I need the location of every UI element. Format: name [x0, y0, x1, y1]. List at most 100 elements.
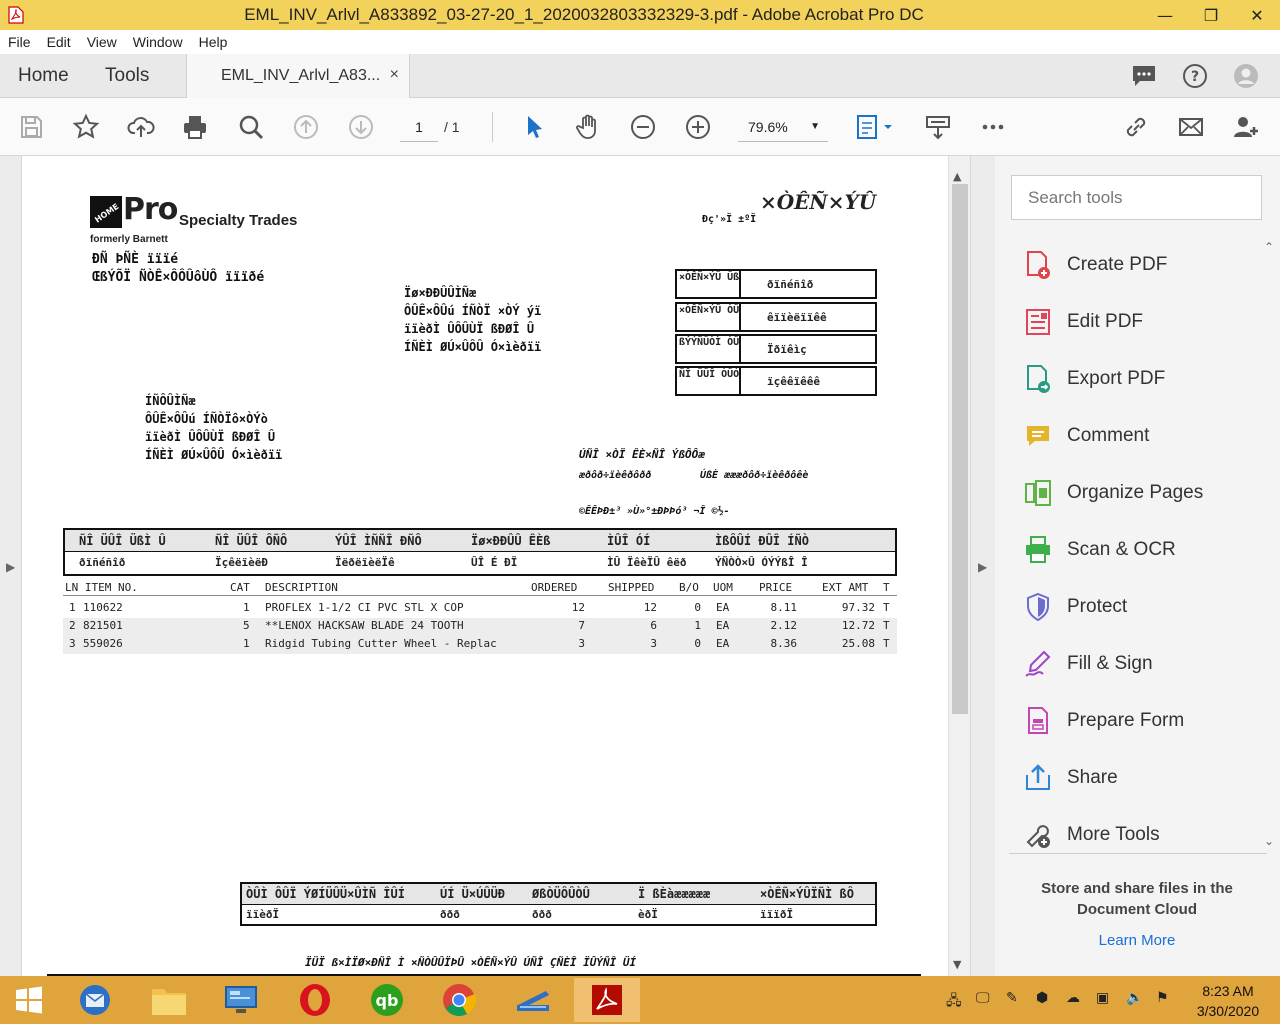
minimize-button[interactable]: —: [1142, 0, 1188, 30]
expand-left-pane-icon[interactable]: ▶: [6, 560, 15, 574]
infobox-value: êïïèëïïêê: [767, 311, 827, 324]
tool-fill-sign[interactable]: Fill & Sign: [1023, 644, 1253, 684]
upload-cloud-icon[interactable]: [125, 111, 157, 143]
page-number-input[interactable]: 1: [400, 114, 438, 142]
tool-more-tools[interactable]: More Tools: [1023, 815, 1253, 855]
comment-bubble-icon[interactable]: [1130, 62, 1158, 90]
col-shipped: SHIPPED: [608, 581, 655, 594]
email-icon[interactable]: [1175, 111, 1207, 143]
totals-label: ØßÒÜÔÛÒÛ: [532, 887, 590, 901]
row-ext-amt: 25.08: [841, 637, 875, 650]
tab-document[interactable]: EML_INV_Arlvl_A83... ×: [186, 54, 410, 98]
row-cat: 1: [243, 637, 250, 650]
quickbooks-taskbar-icon[interactable]: qb: [354, 978, 420, 1022]
tool-protect[interactable]: Protect: [1023, 587, 1253, 627]
tool-organize-pages[interactable]: Organize Pages: [1023, 473, 1253, 513]
scroll-up-icon[interactable]: ⌃: [1264, 240, 1274, 254]
bookmark-star-icon[interactable]: [70, 111, 102, 143]
tray-volume-icon[interactable]: 🔈: [1126, 990, 1143, 1006]
read-mode-icon[interactable]: [922, 111, 954, 143]
tool-create-pdf[interactable]: Create PDF: [1023, 245, 1253, 285]
tray-pen-icon[interactable]: ✎: [1006, 990, 1018, 1006]
totals-value: ïïèðÏ: [246, 908, 280, 921]
row-uom: EA: [716, 637, 730, 650]
tools-pane-splitter[interactable]: ▶: [970, 156, 995, 976]
file-explorer-taskbar-icon[interactable]: [136, 978, 202, 1022]
select-cursor-icon[interactable]: [518, 111, 550, 143]
save-icon[interactable]: [15, 111, 47, 143]
collapse-tools-pane-icon[interactable]: ▶: [978, 560, 987, 574]
menu-file[interactable]: File: [0, 34, 39, 50]
maximize-button[interactable]: ❐: [1188, 0, 1234, 30]
scanner-taskbar-icon[interactable]: [500, 978, 566, 1022]
account-avatar-icon[interactable]: [1232, 62, 1260, 90]
start-button[interactable]: [0, 978, 58, 1022]
print-icon[interactable]: [179, 111, 211, 143]
tool-export-pdf[interactable]: Export PDF: [1023, 359, 1253, 399]
tool-scan-ocr[interactable]: Scan & OCR: [1023, 530, 1253, 570]
hand-tool-icon[interactable]: [572, 111, 604, 143]
scrollbar-thumb[interactable]: [952, 184, 968, 714]
tool-label: More Tools: [1067, 824, 1160, 845]
system-clock[interactable]: 8:23 AM 3/30/2020: [1186, 981, 1270, 1021]
export-pdf-icon: [1023, 363, 1053, 395]
remote-desktop-taskbar-icon[interactable]: [208, 978, 274, 1022]
tray-network-manager-icon[interactable]: 🖧: [946, 990, 962, 1014]
opera-taskbar-icon[interactable]: [282, 978, 348, 1022]
vendor-address-line2: ŒßÝÕÏ ÑÒÊ×ÔÔÛôÙÔ ïïïðé: [92, 270, 265, 285]
help-icon[interactable]: ?: [1181, 62, 1209, 90]
link-share-icon[interactable]: [1120, 111, 1152, 143]
tray-display-icon[interactable]: 🖵: [976, 990, 990, 1006]
menu-window[interactable]: Window: [125, 34, 191, 50]
tool-share[interactable]: Share: [1023, 758, 1253, 798]
find-search-icon[interactable]: [235, 111, 267, 143]
zoom-level-select[interactable]: 79.6% ▼: [738, 114, 828, 142]
close-tab-icon[interactable]: ×: [390, 66, 399, 84]
row-ordered: 7: [578, 619, 585, 632]
acrobat-taskbar-icon[interactable]: [574, 978, 640, 1022]
learn-more-link[interactable]: Learn More: [1021, 932, 1253, 949]
scroll-down-icon[interactable]: ▼: [953, 958, 961, 971]
remit-line2: æðôð÷ïèêðôðð: [579, 470, 652, 481]
row-uom: EA: [716, 601, 730, 614]
chrome-taskbar-icon[interactable]: [426, 978, 492, 1022]
zoom-in-icon[interactable]: [682, 111, 714, 143]
previous-page-icon[interactable]: [290, 111, 322, 143]
tab-tools[interactable]: Tools: [105, 65, 149, 87]
tool-prepare-form[interactable]: Prepare Form: [1023, 701, 1253, 741]
row-price: 8.11: [770, 601, 798, 614]
document-scrollbar[interactable]: ▲ ▼: [948, 156, 970, 976]
scroll-down-icon[interactable]: ⌄: [1264, 834, 1274, 848]
tool-edit-pdf[interactable]: Edit PDF: [1023, 302, 1253, 342]
zoom-out-icon[interactable]: [627, 111, 659, 143]
col-ext-amt: EXT AMT: [822, 581, 869, 594]
tool-label: Create PDF: [1067, 254, 1168, 275]
next-page-icon[interactable]: [345, 111, 377, 143]
menu-help[interactable]: Help: [191, 34, 236, 50]
tray-security-icon[interactable]: ⬢: [1036, 990, 1048, 1006]
infobox-label: ×ÒÊÑ×ÝÛ ÛßÌ Û: [677, 271, 741, 297]
infobox-label: ×ÒÊÑ×ÝÛ ÒÛÓ ÞÛÎ: [677, 304, 741, 330]
ship-to-line4: ÍÑÈÌ ØÚ×ÛÔÛ Ó×ìèðïï: [145, 448, 283, 462]
tab-home[interactable]: Home: [18, 65, 69, 87]
more-options-icon[interactable]: [977, 111, 1009, 143]
tool-label: Share: [1067, 767, 1118, 788]
col-ln-item: LN ITEM NO.: [65, 581, 138, 594]
search-tools-input[interactable]: Search tools: [1011, 175, 1262, 220]
tool-comment[interactable]: Comment: [1023, 416, 1253, 456]
fit-page-icon[interactable]: [852, 111, 896, 143]
clock-time: 8:23 AM: [1202, 983, 1254, 999]
row-cat: 5: [243, 619, 250, 632]
close-window-button[interactable]: ✕: [1234, 0, 1280, 30]
add-user-icon[interactable]: [1230, 111, 1262, 143]
tray-cloud-icon[interactable]: ☁: [1066, 990, 1080, 1006]
tray-flag-icon[interactable]: ⚑: [1156, 990, 1169, 1006]
thunderbird-taskbar-icon[interactable]: [62, 978, 128, 1022]
tools-pane-scrollbar[interactable]: ⌃ ⌄: [1260, 238, 1280, 858]
tray-network-icon[interactable]: ▣: [1096, 990, 1109, 1006]
menu-edit[interactable]: Edit: [39, 34, 79, 50]
invoice-date-box: ×ÒÊÑ×ÝÛ ÛßÌ Û ðïñéñîð: [675, 269, 877, 299]
menu-view[interactable]: View: [79, 34, 125, 50]
left-navigation-pane[interactable]: ▶: [0, 156, 22, 976]
scroll-up-icon[interactable]: ▲: [953, 170, 961, 183]
